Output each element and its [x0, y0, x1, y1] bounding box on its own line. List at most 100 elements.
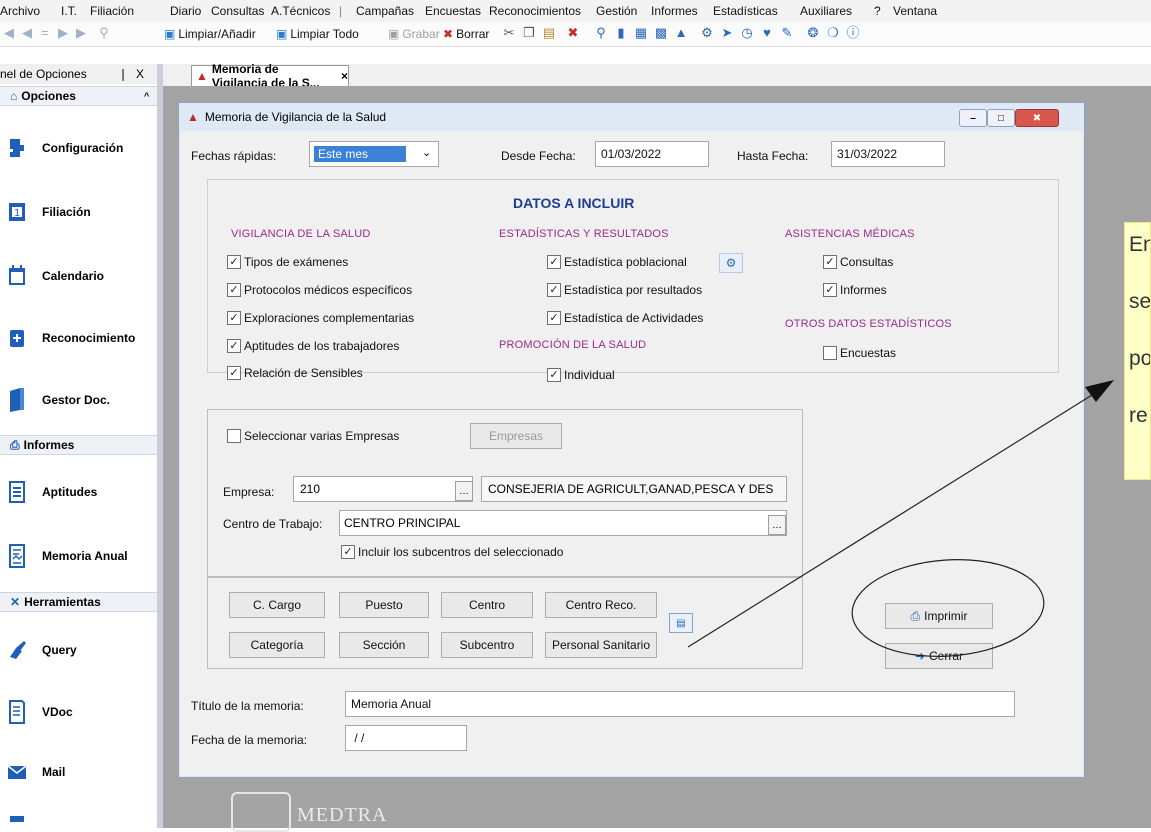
- cut-icon[interactable]: ✂: [502, 26, 516, 40]
- empresa-code-field[interactable]: 210 …: [293, 476, 473, 502]
- menu-reconocimientos[interactable]: Reconocimientos: [489, 4, 581, 18]
- menu-help[interactable]: ?: [874, 4, 881, 18]
- group-options-button[interactable]: ▤: [669, 613, 693, 633]
- subcentro-button[interactable]: Subcentro: [441, 632, 533, 658]
- chk-estadistica-actividades[interactable]: ✓ Estadística de Actividades: [547, 311, 703, 325]
- calendar-icon[interactable]: ▦: [634, 26, 648, 40]
- fecha-memoria-input[interactable]: [345, 725, 467, 751]
- chk-individual[interactable]: ✓ Individual: [547, 368, 615, 382]
- menu-it[interactable]: I.T.: [61, 4, 77, 18]
- limpiar-anadir-button[interactable]: ▣ Limpiar/Añadir: [164, 25, 256, 42]
- dialog-title-bar[interactable]: ▲ Memoria de Vigilancia de la Salud: [179, 103, 1084, 131]
- gear-icon[interactable]: ⚙: [700, 26, 714, 40]
- empresa-lookup-button[interactable]: …: [455, 481, 473, 501]
- equals-icon[interactable]: =: [38, 26, 52, 40]
- nav-configuracion[interactable]: Configuración: [0, 126, 158, 170]
- minimize-button[interactable]: ⎯: [959, 109, 987, 127]
- hasta-fecha-input[interactable]: [831, 141, 945, 167]
- c-cargo-button[interactable]: C. Cargo: [229, 592, 325, 618]
- chk-varias-empresas[interactable]: Seleccionar varias Empresas: [227, 429, 399, 443]
- chk-estadistica-poblacional[interactable]: ✓ Estadística poblacional: [547, 255, 687, 269]
- menu-atecnicos[interactable]: A.Técnicos: [271, 4, 330, 18]
- close-panel-icon[interactable]: X: [136, 67, 144, 81]
- centro-lookup-button[interactable]: …: [768, 515, 786, 535]
- seccion-button[interactable]: Sección: [339, 632, 429, 658]
- network-icon[interactable]: ❂: [806, 26, 820, 40]
- nav-aptitudes[interactable]: Aptitudes: [0, 470, 158, 514]
- titulo-memoria-input[interactable]: [345, 691, 1015, 717]
- menu-encuestas[interactable]: Encuestas: [425, 4, 481, 18]
- next-record-icon[interactable]: ▶: [56, 26, 70, 40]
- pin-icon[interactable]: ❘: [118, 67, 128, 81]
- tab-close-icon[interactable]: ×: [341, 69, 348, 83]
- chk-consultas[interactable]: ✓ Consultas: [823, 255, 893, 269]
- form-icon[interactable]: ▩: [654, 26, 668, 40]
- menu-diario[interactable]: Diario: [170, 4, 201, 18]
- borrar-button[interactable]: ✖ Borrar: [443, 25, 489, 42]
- fechas-rapidas-select[interactable]: Este mes ⌄: [309, 141, 439, 167]
- limpiar-todo-button[interactable]: ▣ Limpiar Todo: [276, 25, 359, 42]
- menu-gestion[interactable]: Gestión: [596, 4, 637, 18]
- menu-consultas[interactable]: Consultas: [211, 4, 264, 18]
- nav-reconocimiento[interactable]: Reconocimiento: [0, 316, 158, 360]
- last-record-icon[interactable]: ▶: [74, 26, 88, 40]
- prev-record-icon[interactable]: ◀: [20, 26, 34, 40]
- menu-campanas[interactable]: Campañas: [356, 4, 414, 18]
- section-informes[interactable]: ⎙ Informes: [0, 435, 158, 455]
- send-icon[interactable]: ➤: [720, 26, 734, 40]
- nav-gestor-doc[interactable]: Gestor Doc.: [0, 378, 158, 422]
- lifebuoy-icon[interactable]: ❍: [826, 26, 840, 40]
- section-opciones[interactable]: ⌂ Opciones ^: [0, 86, 158, 106]
- warning-icon[interactable]: ▲: [674, 26, 688, 40]
- copy-icon[interactable]: ❐: [522, 26, 536, 40]
- desde-fecha-input[interactable]: [595, 141, 709, 167]
- first-record-icon[interactable]: ◀: [2, 26, 16, 40]
- close-dialog-button[interactable]: ✖: [1015, 109, 1059, 127]
- nav-vdoc[interactable]: VDoc: [0, 690, 158, 734]
- chk-informes[interactable]: ✓ Informes: [823, 283, 887, 297]
- info-icon[interactable]: ⓘ: [846, 26, 860, 40]
- paste-icon[interactable]: ▤: [542, 26, 556, 40]
- nav-calendario[interactable]: Calendario: [0, 254, 158, 298]
- pen-icon[interactable]: ✎: [780, 26, 794, 40]
- menu-archivo[interactable]: Archivo: [0, 4, 40, 18]
- grabar-button[interactable]: ▣ Grabar: [388, 25, 440, 42]
- menu-estadisticas[interactable]: Estadísticas: [713, 4, 778, 18]
- poblacional-settings-button[interactable]: ⚙: [719, 253, 743, 273]
- heart-icon[interactable]: ♥: [760, 26, 774, 40]
- chk-sensibles[interactable]: ✓ Relación de Sensibles: [227, 366, 363, 380]
- chk-protocolos[interactable]: ✓ Protocolos médicos específicos: [227, 283, 412, 297]
- nav-filiacion[interactable]: 1 Filiación: [0, 190, 158, 234]
- chk-estadistica-resultados[interactable]: ✓ Estadística por resultados: [547, 283, 702, 297]
- nav-query[interactable]: Query: [0, 628, 158, 672]
- book-icon[interactable]: ▮: [614, 26, 628, 40]
- cerrar-button[interactable]: ➜ Cerrar: [885, 643, 993, 669]
- tab-memoria-vigilancia[interactable]: ▲ Memoria de Vigilancia de la S... ×: [191, 62, 349, 90]
- centro-trabajo-field[interactable]: CENTRO PRINCIPAL …: [339, 510, 787, 536]
- menu-auxiliares[interactable]: Auxiliares: [800, 4, 852, 18]
- chk-aptitudes[interactable]: ✓ Aptitudes de los trabajadores: [227, 339, 399, 353]
- centro-reco-button[interactable]: Centro Reco.: [545, 592, 657, 618]
- categoria-button[interactable]: Categoría: [229, 632, 325, 658]
- menu-filiacion[interactable]: Filiación: [90, 4, 134, 18]
- more-nav-icon[interactable]: [10, 812, 26, 827]
- nav-mail[interactable]: Mail: [0, 750, 158, 794]
- personal-sanitario-button[interactable]: Personal Sanitario: [545, 632, 657, 658]
- imprimir-button[interactable]: ⎙ Imprimir: [885, 603, 993, 629]
- location-icon[interactable]: ⚲: [594, 26, 608, 40]
- menu-ventana[interactable]: Ventana: [893, 4, 937, 18]
- centro-button[interactable]: Centro: [441, 592, 533, 618]
- close-x-icon[interactable]: ✖: [566, 26, 580, 40]
- empresas-button[interactable]: Empresas: [470, 423, 562, 449]
- search-icon[interactable]: ⚲: [97, 26, 111, 40]
- chk-incluir-subcentros[interactable]: ✓ Incluir los subcentros del seleccionado: [341, 545, 563, 559]
- nav-memoria-anual[interactable]: Memoria Anual: [0, 534, 158, 578]
- chk-encuestas[interactable]: Encuestas: [823, 346, 896, 360]
- chk-tipos-examenes[interactable]: ✓ Tipos de exámenes: [227, 255, 348, 269]
- menu-informes[interactable]: Informes: [651, 4, 698, 18]
- maximize-button[interactable]: □: [987, 109, 1015, 127]
- collapse-icon[interactable]: ^: [144, 91, 149, 101]
- puesto-button[interactable]: Puesto: [339, 592, 429, 618]
- clock-icon[interactable]: ◷: [740, 26, 754, 40]
- chk-exploraciones[interactable]: ✓ Exploraciones complementarias: [227, 311, 414, 325]
